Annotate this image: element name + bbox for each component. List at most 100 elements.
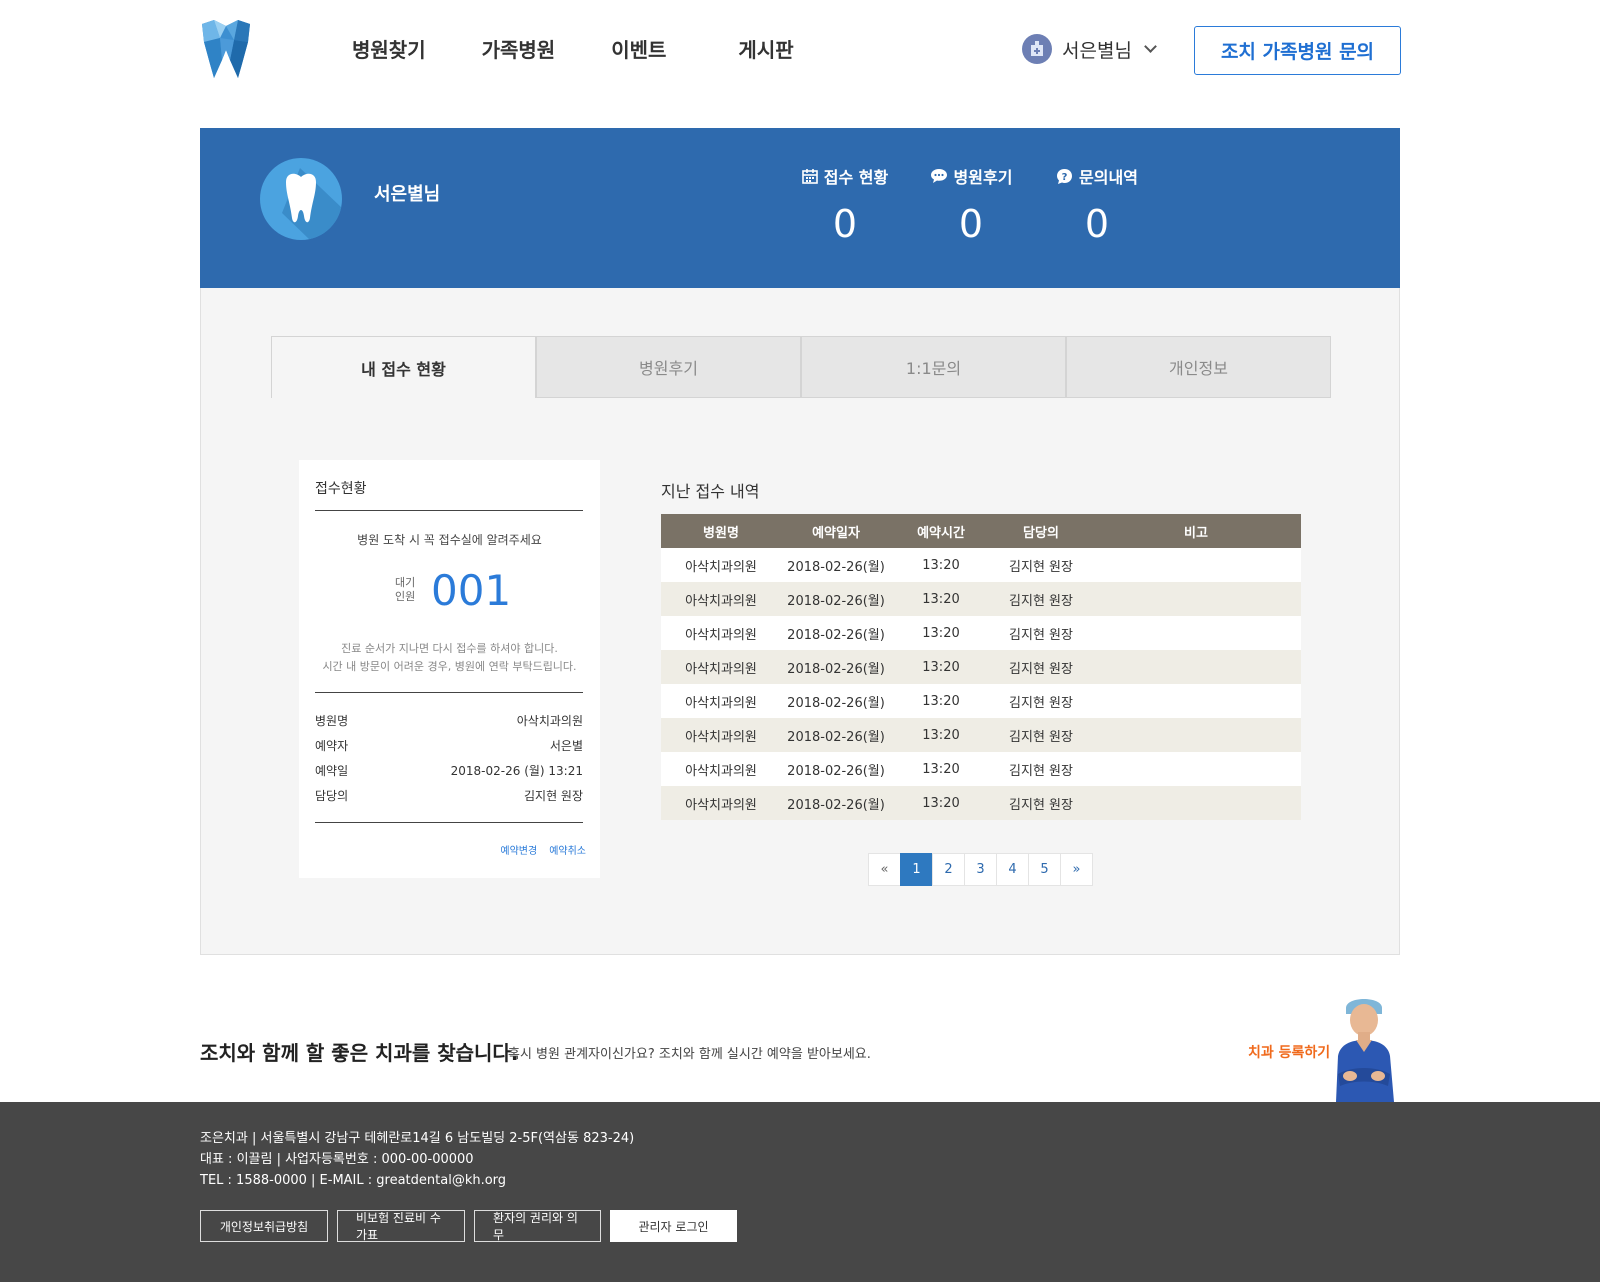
table-row[interactable]: 아삭치과의원 2018-02-26(월) 13:20 김지현 원장 bbox=[661, 582, 1301, 616]
table-header: 병원명 예약일자 예약시간 담당의 비고 bbox=[661, 514, 1301, 548]
page-button[interactable]: 1 bbox=[900, 853, 933, 886]
table-row[interactable]: 아삭치과의원 2018-02-26(월) 13:20 김지현 원장 bbox=[661, 786, 1301, 820]
nav-find-hospital[interactable]: 병원찾기 bbox=[352, 34, 426, 63]
footer-address: 조은치과 | 서울특별시 강남구 테헤란로14길 6 남도빌딩 2-5F(역삼동… bbox=[200, 1131, 635, 1146]
privacy-policy-button[interactable]: 개인정보취급방침 bbox=[200, 1210, 328, 1242]
table-cell: 아삭치과의원 bbox=[685, 797, 757, 813]
table-cell: 2018-02-26(월) bbox=[787, 593, 885, 609]
table-cell: 2018-02-26(월) bbox=[787, 797, 885, 813]
table-cell: 13:20 bbox=[922, 795, 960, 811]
divider bbox=[315, 692, 583, 693]
column-header: 예약일자 bbox=[812, 525, 860, 541]
page-button[interactable]: 3 bbox=[964, 853, 997, 886]
table-body: 아삭치과의원 2018-02-26(월) 13:20 김지현 원장 아삭치과의원 2018… bbox=[661, 548, 1301, 820]
footer-representative: 대표 : 이끌림 | 사업자등록번호 : 000-00-00000 bbox=[200, 1152, 474, 1167]
table-cell: 2018-02-26(월) bbox=[787, 729, 885, 745]
table-cell: 13:20 bbox=[922, 557, 960, 573]
user-name: 서은별님 bbox=[1062, 39, 1132, 62]
user-menu[interactable]: 서은별님 bbox=[1022, 34, 1157, 64]
table-cell: 2018-02-26(월) bbox=[787, 695, 885, 711]
note-line: 시간 내 방문이 어려운 경우, 병원에 연락 부탁드립니다. bbox=[322, 660, 577, 673]
info-value: 2018-02-26 (월) 13:21 bbox=[450, 764, 583, 778]
table-row[interactable]: 아삭치과의원 2018-02-26(월) 13:20 김지현 원장 bbox=[661, 548, 1301, 582]
column-header: 담당의 bbox=[1023, 525, 1059, 541]
info-value: 서은별 bbox=[549, 739, 583, 753]
doctor-image bbox=[1328, 990, 1400, 1102]
table-cell: 아삭치과의원 bbox=[685, 593, 757, 609]
stat-label: 문의내역 bbox=[1079, 168, 1138, 187]
table-cell: 13:20 bbox=[922, 625, 960, 641]
nav-board[interactable]: 게시판 bbox=[738, 34, 793, 63]
cancel-reservation-link[interactable]: 예약취소 bbox=[549, 842, 586, 857]
tooth-avatar-icon bbox=[260, 158, 342, 240]
table-row[interactable]: 아삭치과의원 2018-02-26(월) 13:20 김지현 원장 bbox=[661, 752, 1301, 786]
info-value: 아삭치과의원 bbox=[516, 714, 583, 728]
tab-my-reception[interactable]: 내 접수 현황 bbox=[271, 336, 536, 398]
table-cell: 2018-02-26(월) bbox=[787, 661, 885, 677]
chevron-down-icon bbox=[1144, 40, 1157, 53]
tab-one-to-one[interactable]: 1:1문의 bbox=[801, 336, 1066, 398]
table-row[interactable]: 아삭치과의원 2018-02-26(월) 13:20 김지현 원장 bbox=[661, 616, 1301, 650]
admin-login-button[interactable]: 관리자 로그인 bbox=[610, 1210, 737, 1242]
pagination-next[interactable]: » bbox=[1060, 853, 1093, 886]
info-label: 담당의 bbox=[315, 789, 349, 803]
history-table: 병원명 예약일자 예약시간 담당의 비고 아삭치과의원 2018-02-26(월)… bbox=[661, 514, 1301, 820]
column-header: 병원명 bbox=[703, 525, 739, 541]
nav-family-hospital[interactable]: 가족병원 bbox=[482, 34, 556, 63]
table-row[interactable]: 아삭치과의원 2018-02-26(월) 13:20 김지현 원장 bbox=[661, 718, 1301, 752]
info-value: 김지현 원장 bbox=[523, 789, 583, 803]
footer-contact: TEL : 1588-0000 | E-MAIL : greatdental@k… bbox=[200, 1173, 507, 1188]
footer-buttons: 개인정보취급방침 비보험 진료비 수가표 환자의 권리와 의무 관리자 로그인 bbox=[200, 1210, 737, 1242]
stat-inquiry[interactable]: ? 문의내역 0 bbox=[1042, 164, 1152, 246]
pagination: « 1 2 3 4 5 » bbox=[868, 853, 1093, 886]
column-header: 비고 bbox=[1184, 525, 1208, 541]
nav-event[interactable]: 이벤트 bbox=[611, 34, 666, 63]
uninsured-fee-button[interactable]: 비보험 진료비 수가표 bbox=[337, 1210, 465, 1242]
table-cell: 김지현 원장 bbox=[1009, 729, 1073, 745]
page-button[interactable]: 2 bbox=[932, 853, 965, 886]
table-cell: 아삭치과의원 bbox=[685, 763, 757, 779]
stat-review[interactable]: 병원후기 0 bbox=[916, 164, 1026, 246]
patient-rights-button[interactable]: 환자의 권리와 의무 bbox=[474, 1210, 601, 1242]
table-cell: 13:20 bbox=[922, 659, 960, 675]
info-row-hospital: 병원명 아삭치과의원 bbox=[315, 712, 583, 729]
tooth-logo-icon[interactable] bbox=[200, 20, 252, 80]
stat-reception[interactable]: 접수 현황 0 bbox=[790, 164, 900, 246]
table-cell: 아삭치과의원 bbox=[685, 661, 757, 677]
tab-personal-info[interactable]: 개인정보 bbox=[1066, 336, 1331, 398]
family-hospital-inquiry-button[interactable]: 조치 가족병원 문의 bbox=[1194, 26, 1401, 75]
pagination-prev[interactable]: « bbox=[868, 853, 901, 886]
table-cell: 아삭치과의원 bbox=[685, 627, 757, 643]
top-header: 병원찾기 가족병원 이벤트 게시판 서은별님 조치 가족병원 문의 bbox=[0, 0, 1600, 100]
hospital-user-icon bbox=[1022, 34, 1052, 64]
table-cell: 2018-02-26(월) bbox=[787, 763, 885, 779]
table-row[interactable]: 아삭치과의원 2018-02-26(월) 13:20 김지현 원장 bbox=[661, 650, 1301, 684]
wait-number: 001 bbox=[431, 566, 512, 615]
table-cell: 아삭치과의원 bbox=[685, 729, 757, 745]
info-row-reserver: 예약자 서은별 bbox=[315, 737, 583, 754]
arrival-notice: 병원 도착 시 꼭 접수실에 알려주세요 bbox=[357, 533, 542, 547]
table-cell: 김지현 원장 bbox=[1009, 695, 1073, 711]
table-cell: 2018-02-26(월) bbox=[787, 627, 885, 643]
register-clinic-link[interactable]: 치과 등록하기 bbox=[1248, 1042, 1330, 1062]
table-cell: 김지현 원장 bbox=[1009, 763, 1073, 779]
table-cell: 2018-02-26(월) bbox=[787, 559, 885, 575]
tab-hospital-review[interactable]: 병원후기 bbox=[536, 336, 801, 398]
info-row-date: 예약일 2018-02-26 (월) 13:21 bbox=[315, 762, 583, 779]
table-row[interactable]: 아삭치과의원 2018-02-26(월) 13:20 김지현 원장 bbox=[661, 684, 1301, 718]
table-cell: 김지현 원장 bbox=[1009, 627, 1073, 643]
page-button[interactable]: 4 bbox=[996, 853, 1029, 886]
change-reservation-link[interactable]: 예약변경 bbox=[500, 842, 537, 857]
note-line: 진료 순서가 지나면 다시 접수를 하셔야 합니다. bbox=[341, 642, 558, 655]
mypage-content: 내 접수 현황 병원후기 1:1문의 개인정보 접수현황 병원 도착 시 꼭 접… bbox=[200, 288, 1400, 955]
question-icon: ? bbox=[1057, 168, 1073, 184]
reception-note: 진료 순서가 지나면 다시 접수를 하셔야 합니다. 시간 내 방문이 어려운 … bbox=[299, 640, 600, 676]
reception-status-card: 접수현황 병원 도착 시 꼭 접수실에 알려주세요 대기 인원 001 진료 순… bbox=[299, 460, 600, 878]
wait-label-line: 인원 bbox=[395, 590, 416, 603]
info-row-doctor: 담당의 김지현 원장 bbox=[315, 787, 583, 804]
info-label: 병원명 bbox=[315, 714, 349, 728]
stat-value: 0 bbox=[1084, 202, 1110, 246]
mypage-tabs: 내 접수 현황 병원후기 1:1문의 개인정보 bbox=[271, 336, 1331, 398]
promo-title: 조치와 함께 할 좋은 치과를 찾습니다. bbox=[200, 1041, 519, 1065]
page-button[interactable]: 5 bbox=[1028, 853, 1061, 886]
